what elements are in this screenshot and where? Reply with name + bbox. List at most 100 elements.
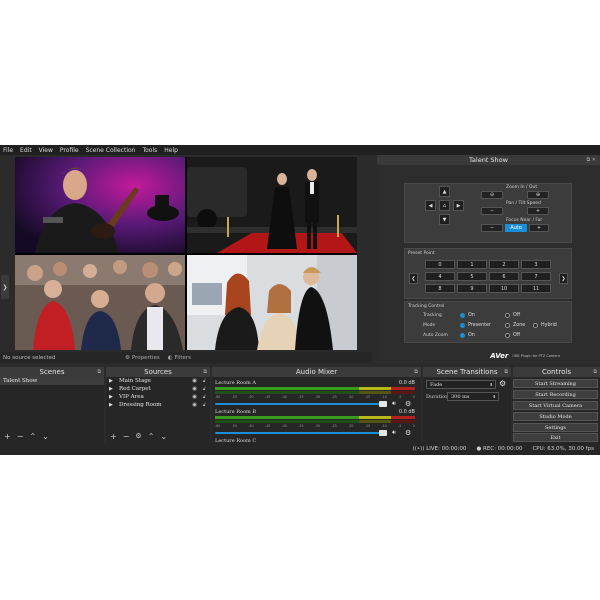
source-item[interactable]: ▶ Main Stage ◉ 🔓︎ — [106, 377, 210, 385]
menu-view[interactable]: View — [39, 147, 53, 154]
camera-tile-main-stage — [15, 157, 185, 253]
scenes-toolbar: + − ⌃ ⌄ — [0, 431, 104, 441]
spinner-icon[interactable]: ⬍ — [493, 394, 496, 399]
source-item[interactable]: ▶ Red Carpet ◉ 🔓︎ — [106, 385, 210, 393]
menu-help[interactable]: Help — [164, 147, 178, 154]
preset-button[interactable]: 3 — [521, 260, 551, 269]
source-item[interactable]: ▶ Dressing Room ◉ 🔓︎ — [106, 401, 210, 409]
add-scene-button[interactable]: + — [4, 432, 11, 441]
add-source-button[interactable]: + — [110, 432, 117, 441]
volume-slider-handle[interactable] — [379, 401, 387, 407]
start-streaming-button[interactable]: Start Streaming — [513, 379, 598, 388]
eye-icon[interactable]: ◉ — [192, 394, 197, 400]
preset-button[interactable]: 4 — [425, 272, 455, 281]
dock-float-close-icons[interactable]: ⧉ ✕ — [587, 155, 596, 165]
move-down-button[interactable]: ⌄ — [42, 432, 49, 441]
menu-file[interactable]: File — [3, 147, 13, 154]
focus-far-button[interactable]: + — [529, 224, 549, 232]
pan-left-button[interactable]: ◀ — [425, 200, 436, 211]
focus-near-button[interactable]: − — [481, 224, 503, 232]
move-down-button[interactable]: ⌄ — [160, 432, 167, 441]
tracking-off-radio[interactable]: Off — [505, 313, 520, 318]
tilt-down-button[interactable]: ▼ — [439, 214, 450, 225]
preset-button[interactable]: 8 — [425, 284, 455, 293]
mode-presenter-radio[interactable]: Presenter — [460, 323, 491, 328]
meter-scale-tick: 0 — [412, 395, 415, 399]
preset-button[interactable]: 5 — [457, 272, 487, 281]
menu-scene-collection[interactable]: Scene Collection — [86, 147, 136, 154]
preset-next-button[interactable]: ❯ — [559, 273, 568, 284]
dock-float-icon[interactable]: ⧉ — [504, 367, 508, 377]
gear-icon[interactable]: ⚙ — [405, 400, 411, 408]
zoom-in-button[interactable]: ⊕ — [527, 191, 549, 199]
properties-button[interactable]: ⚙ Properties — [125, 355, 160, 361]
mode-hybrid-radio[interactable]: Hybrid — [533, 323, 557, 328]
speed-decrease-button[interactable]: − — [481, 207, 503, 215]
start-virtual-camera-button[interactable]: Start Virtual Camera — [513, 401, 598, 410]
preset-button[interactable]: 2 — [489, 260, 519, 269]
eye-icon[interactable]: ◉ — [192, 386, 197, 392]
lock-icon[interactable]: 🔓︎ — [203, 378, 206, 384]
remove-source-button[interactable]: − — [123, 432, 130, 441]
scene-item[interactable]: Talent Show — [0, 377, 104, 385]
auto-zoom-on-radio[interactable]: On — [460, 333, 475, 338]
start-recording-button[interactable]: Start Recording — [513, 390, 598, 399]
menu-profile[interactable]: Profile — [60, 147, 79, 154]
preview-canvas[interactable] — [15, 157, 357, 350]
preset-button[interactable]: 0 — [425, 260, 455, 269]
preset-prev-button[interactable]: ❮ — [409, 273, 418, 284]
dock-float-icon[interactable]: ⧉ — [97, 367, 101, 377]
gear-icon[interactable]: ⚙ — [405, 429, 411, 437]
preset-button[interactable]: 7 — [521, 272, 551, 281]
transition-settings-gear-icon[interactable]: ⚙ — [499, 379, 506, 388]
mode-zone-label: Zone — [513, 323, 526, 328]
preset-button[interactable]: 1 — [457, 260, 487, 269]
eye-icon[interactable]: ◉ — [192, 378, 197, 384]
mixer-track-name: Lecture Room B — [215, 409, 257, 415]
lock-icon[interactable]: 🔓︎ — [203, 394, 206, 400]
remove-scene-button[interactable]: − — [17, 432, 24, 441]
sources-header: Sources ⧉ — [106, 367, 210, 377]
zoom-out-button[interactable]: ⊖ — [481, 191, 503, 199]
speed-increase-button[interactable]: + — [527, 207, 549, 215]
mode-zone-radio[interactable]: Zone — [505, 323, 525, 328]
source-properties-icon[interactable]: ⚙ — [135, 432, 141, 440]
duration-input[interactable]: 300 ms ⬍ — [447, 392, 499, 401]
exit-button[interactable]: Exit — [513, 433, 598, 442]
meter-scale-tick: -30 — [314, 395, 321, 399]
filters-button[interactable]: ◐ Filters — [168, 355, 191, 361]
focus-label: Focus Near / Far — [506, 218, 543, 223]
dock-float-icon[interactable]: ⧉ — [203, 367, 207, 377]
no-source-label: No source selected — [3, 354, 56, 361]
menu-edit[interactable]: Edit — [20, 147, 32, 154]
move-up-button[interactable]: ⌃ — [148, 432, 155, 441]
volume-slider-handle[interactable] — [379, 430, 387, 436]
preset-button[interactable]: 10 — [489, 284, 519, 293]
lock-icon[interactable]: 🔓︎ — [203, 386, 206, 392]
volume-slider[interactable] — [215, 403, 383, 405]
tilt-up-button[interactable]: ▲ — [439, 186, 450, 197]
speaker-icon[interactable]: 🔊︎ — [392, 400, 396, 408]
pan-right-button[interactable]: ▶ — [453, 200, 464, 211]
transition-select[interactable]: Fade ⬍ — [426, 380, 496, 389]
preset-button[interactable]: 9 — [457, 284, 487, 293]
menu-tools[interactable]: Tools — [142, 147, 157, 154]
tracking-on-radio[interactable]: On — [460, 313, 475, 318]
home-button[interactable]: ⌂ — [439, 200, 450, 211]
preset-button[interactable]: 11 — [521, 284, 551, 293]
controls-header: Controls ⧉ — [513, 367, 600, 377]
move-up-button[interactable]: ⌃ — [29, 432, 36, 441]
source-item[interactable]: ▶ VIP Area ◉ 🔓︎ — [106, 393, 210, 401]
preset-button[interactable]: 6 — [489, 272, 519, 281]
left-dock-arrow-icon[interactable]: ❯ — [1, 275, 9, 299]
volume-slider[interactable] — [215, 432, 383, 434]
settings-button[interactable]: Settings — [513, 423, 598, 432]
lock-icon[interactable]: 🔓︎ — [203, 402, 206, 408]
auto-zoom-off-radio[interactable]: Off — [505, 333, 520, 338]
studio-mode-button[interactable]: Studio Mode — [513, 412, 598, 421]
eye-icon[interactable]: ◉ — [192, 402, 197, 408]
speaker-icon[interactable]: 🔊︎ — [392, 429, 396, 437]
focus-auto-button[interactable]: Auto — [505, 224, 527, 232]
dock-float-icon[interactable]: ⧉ — [593, 367, 597, 377]
dock-float-icon[interactable]: ⧉ — [414, 367, 418, 377]
